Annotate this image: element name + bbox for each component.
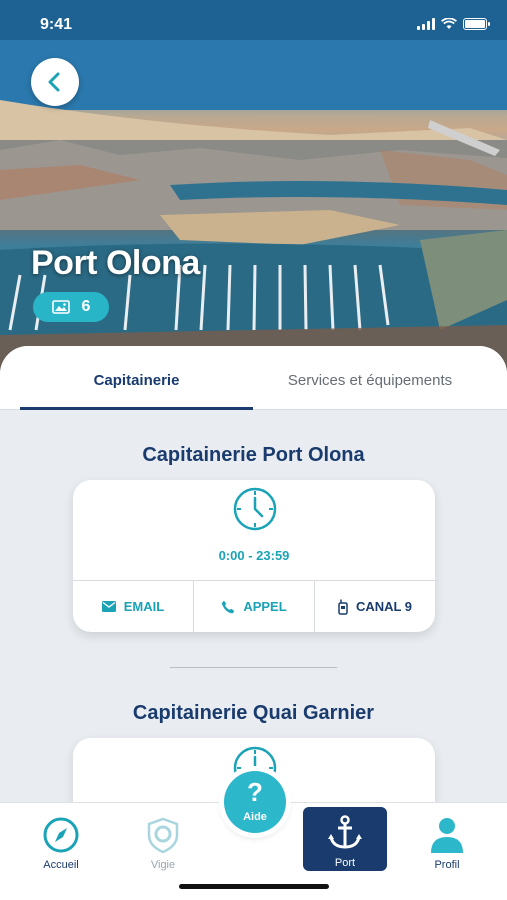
status-bar: 9:41 [0, 0, 507, 46]
compass-icon [43, 817, 79, 853]
nav-label: Port [334, 857, 356, 869]
phone-icon [222, 600, 235, 613]
nav-accueil[interactable]: Accueil [18, 809, 104, 871]
vhf-channel-button[interactable]: CANAL 9 [314, 581, 435, 632]
nav-vigie[interactable]: Vigie [120, 809, 206, 871]
tab-services-equipements[interactable]: Services et équipements [253, 372, 487, 389]
wifi-icon [441, 18, 457, 29]
user-icon [431, 818, 463, 853]
help-question-mark: ? [247, 777, 263, 807]
anchor-icon [328, 815, 362, 849]
opening-hours: 0:00 - 23:59 [218, 548, 290, 563]
contact-actions: EMAIL APPEL CANAL 9 [73, 580, 435, 632]
office-title: Capitainerie Quai Garnier [132, 702, 375, 724]
home-indicator[interactable] [179, 884, 329, 889]
channel-label: CANAL 9 [355, 599, 413, 614]
status-icons [417, 18, 490, 30]
nav-profil[interactable]: Profil [404, 809, 490, 871]
image-icon [51, 300, 70, 314]
gallery-count: 6 [81, 298, 91, 315]
help-button[interactable]: ? Aide [224, 771, 286, 833]
call-button[interactable]: APPEL [193, 581, 314, 632]
email-label: EMAIL [123, 599, 165, 614]
nav-label: Vigie [150, 859, 176, 871]
active-tab-indicator [20, 407, 253, 410]
call-label: APPEL [243, 599, 287, 614]
email-button[interactable]: EMAIL [73, 581, 193, 632]
tab-bar: Capitainerie Services et équipements [0, 346, 507, 410]
back-button[interactable] [31, 58, 79, 106]
radio-icon [338, 599, 348, 615]
help-label: Aide [243, 811, 267, 823]
section-divider [170, 667, 337, 668]
chevron-left-icon [48, 72, 60, 92]
office-title: Capitainerie Port Olona [142, 444, 365, 466]
battery-icon [463, 18, 490, 30]
clock-icon [233, 487, 277, 531]
office-card: 0:00 - 23:59 EMAIL APPEL CANAL 9 [73, 480, 435, 632]
page-title: Port Olona [31, 244, 200, 282]
mail-icon [101, 601, 116, 612]
nav-label: Profil [434, 859, 460, 871]
nav-label: Accueil [43, 859, 79, 871]
nav-port[interactable]: Port [303, 807, 387, 871]
status-time: 9:41 [40, 16, 73, 33]
photo-gallery-button[interactable]: 6 [33, 292, 109, 322]
shield-lifebuoy-icon [147, 817, 179, 854]
content-sheet: Capitainerie Services et équipements Cap… [0, 346, 507, 806]
tab-capitainerie[interactable]: Capitainerie [20, 372, 253, 389]
cellular-signal-icon [417, 18, 435, 30]
hero-image: 9:41 Port Olona 6 [0, 0, 507, 372]
